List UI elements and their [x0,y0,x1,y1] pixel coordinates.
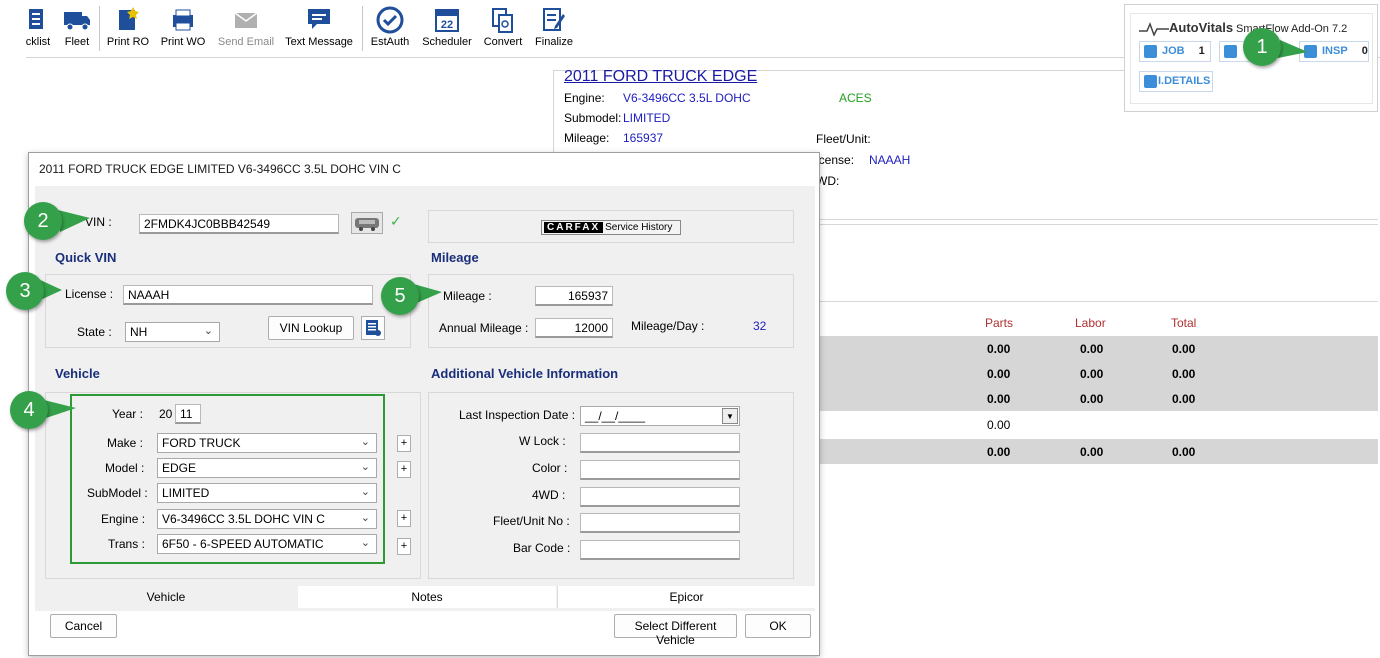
callout-3: 3 [6,272,44,310]
callout-5: 5 [381,277,419,315]
callout-tails [36,40,1308,420]
callout-4: 4 [10,391,48,429]
callout-1: 1 [1243,28,1281,66]
callout-2: 2 [24,202,62,240]
